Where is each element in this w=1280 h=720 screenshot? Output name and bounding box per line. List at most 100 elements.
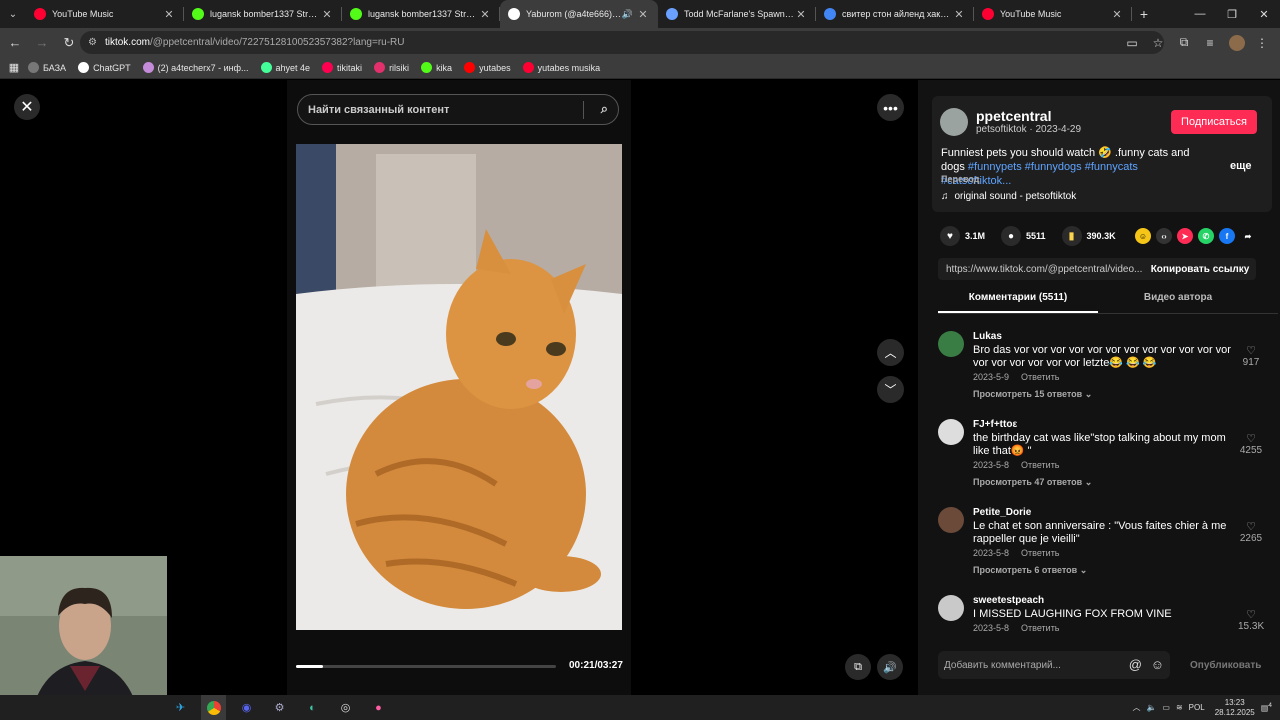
save-stat[interactable]: ▮ 390.3K xyxy=(1061,226,1116,246)
browser-tab[interactable]: lugansk bomber1337 Stream - K✕ xyxy=(342,0,500,28)
more-options-button[interactable]: ••• xyxy=(877,94,904,121)
reload-button[interactable]: ↻ xyxy=(57,31,81,55)
steam-icon[interactable]: ⚙ xyxy=(267,695,292,720)
browser-tab[interactable]: YouTube Music ✕ xyxy=(26,0,184,28)
tray-chevron-icon[interactable]: ︿ xyxy=(1132,702,1140,713)
close-video-button[interactable]: ✕ xyxy=(14,94,40,120)
related-search-input[interactable]: Найти связанный контент ⌕ xyxy=(297,94,619,125)
address-bar[interactable]: ⚙ tiktok.com/@ppetcentral/video/72275128… xyxy=(80,31,1164,54)
commenter-name[interactable]: sweetestpeach xyxy=(973,595,1044,606)
tab-close-icon[interactable]: ✕ xyxy=(794,8,808,21)
search-icon[interactable]: ⌕ xyxy=(601,101,608,117)
add-comment-input[interactable]: Добавить комментарий... @ ☺ xyxy=(938,651,1170,679)
extensions-icon[interactable]: ⧉ xyxy=(1172,31,1196,55)
translate-link[interactable]: Перевод xyxy=(941,174,979,184)
author-avatar[interactable] xyxy=(940,108,968,136)
reply-button[interactable]: Ответить xyxy=(1021,460,1059,470)
commenter-name[interactable]: Lukas xyxy=(973,331,1002,342)
bookmark-star-icon[interactable]: ☆ xyxy=(1146,31,1170,55)
edge-icon[interactable]: ◐ xyxy=(300,695,325,720)
tab-author-videos[interactable]: Видео автора xyxy=(1098,292,1258,313)
volume-tray-icon[interactable]: 🔈 xyxy=(1146,703,1156,712)
language-indicator[interactable]: POL xyxy=(1189,703,1205,712)
obs-icon[interactable]: ◎ xyxy=(333,695,358,720)
reply-button[interactable]: Ответить xyxy=(1021,548,1059,558)
tab-comments[interactable]: Комментарии (5511) xyxy=(938,292,1098,313)
discord-icon[interactable]: ◉ xyxy=(234,695,259,720)
bookmark-item[interactable]: (2) a4techerx7 - инф... xyxy=(142,62,249,73)
bookmark-item[interactable]: yutabes musika xyxy=(522,62,600,73)
chrome-icon[interactable] xyxy=(201,695,226,720)
next-video-button[interactable]: ﹀ xyxy=(877,376,904,403)
commenter-avatar[interactable] xyxy=(938,331,964,357)
cast-icon[interactable]: ▭ xyxy=(1120,31,1144,55)
comment-like[interactable]: ♡ 917 xyxy=(1238,344,1264,368)
view-replies-button[interactable]: Просмотреть 47 ответов ⌄ xyxy=(973,477,1092,488)
commenter-avatar[interactable] xyxy=(938,419,964,445)
tab-close-icon[interactable]: ✕ xyxy=(952,8,966,21)
tab-audio-icon[interactable]: 🔊 xyxy=(622,9,633,20)
site-info-icon[interactable]: ⚙ xyxy=(88,37,97,48)
back-button[interactable]: ← xyxy=(3,31,27,55)
follow-button[interactable]: Подписаться xyxy=(1171,110,1257,134)
mention-icon[interactable]: @ xyxy=(1129,657,1142,672)
profile-avatar[interactable] xyxy=(1224,31,1248,55)
bookmark-item[interactable]: БАЗА xyxy=(28,62,66,73)
tab-search-button[interactable]: ⌄ xyxy=(0,0,26,28)
emoji-icon[interactable]: ☺ xyxy=(1151,657,1164,672)
repost-icon[interactable]: ☺ xyxy=(1135,228,1151,244)
commenter-avatar[interactable] xyxy=(938,507,964,533)
apps-grid-icon[interactable]: ▦ xyxy=(0,61,28,74)
app-icon[interactable]: ● xyxy=(366,695,391,720)
copy-link-button[interactable]: Копировать ссылку xyxy=(1144,264,1256,275)
tab-close-icon[interactable]: ✕ xyxy=(636,8,650,21)
new-tab-button[interactable]: + xyxy=(1132,6,1156,22)
view-replies-button[interactable]: Просмотреть 6 ответов ⌄ xyxy=(973,565,1087,576)
author-username[interactable]: ppetcentral xyxy=(976,108,1051,124)
browser-tab[interactable]: свитер стон айленд хаки - По✕ xyxy=(816,0,974,28)
commenter-avatar[interactable] xyxy=(938,595,964,621)
browser-tab[interactable]: YouTube Music ✕ xyxy=(974,0,1132,28)
bookmark-item[interactable]: rilsiki xyxy=(374,62,409,73)
forward-button[interactable]: → xyxy=(30,31,54,55)
minimize-button[interactable]: — xyxy=(1184,0,1216,28)
share-arrow-icon[interactable]: ➦ xyxy=(1240,228,1256,244)
pip-button[interactable]: ⧉ xyxy=(845,654,871,680)
tab-close-icon[interactable]: ✕ xyxy=(320,8,334,21)
volume-button[interactable]: 🔊 xyxy=(877,654,903,680)
bookmark-item[interactable]: kika xyxy=(421,62,452,73)
embed-icon[interactable]: ‹› xyxy=(1156,228,1172,244)
whatsapp-icon[interactable]: ✆ xyxy=(1198,228,1214,244)
tab-close-icon[interactable]: ✕ xyxy=(162,8,176,21)
restore-button[interactable]: ❐ xyxy=(1216,0,1248,28)
share-url[interactable]: https://www.tiktok.com/@ppetcentral/vide… xyxy=(938,264,1144,275)
view-replies-button[interactable]: Просмотреть 15 ответов ⌄ xyxy=(973,389,1092,400)
publish-button[interactable]: Опубликовать xyxy=(1190,660,1261,671)
video-progress-bar[interactable] xyxy=(296,665,556,668)
reply-button[interactable]: Ответить xyxy=(1021,372,1059,382)
comment-stat[interactable]: ● 5511 xyxy=(1001,226,1046,246)
reply-button[interactable]: Ответить xyxy=(1021,623,1059,633)
notifications-icon[interactable]: ▤4 xyxy=(1261,702,1272,713)
clock[interactable]: 13:23 28.12.2025 xyxy=(1215,698,1255,718)
wifi-icon[interactable]: ≋ xyxy=(1176,703,1183,712)
tab-close-icon[interactable]: ✕ xyxy=(478,8,492,21)
comment-like[interactable]: ♡ 15.3K xyxy=(1238,608,1264,632)
like-stat[interactable]: ♥ 3.1M xyxy=(940,226,985,246)
browser-menu-icon[interactable]: ⋮ xyxy=(1250,31,1274,55)
facebook-icon[interactable]: f xyxy=(1219,228,1235,244)
media-control-icon[interactable]: ≡ xyxy=(1198,31,1222,55)
commenter-name[interactable]: Petite_Dorie xyxy=(973,507,1031,518)
bookmark-item[interactable]: yutabes xyxy=(464,62,511,73)
more-link[interactable]: еще xyxy=(1230,160,1252,172)
send-icon[interactable]: ➤ xyxy=(1177,228,1193,244)
previous-video-button[interactable]: ︿ xyxy=(877,339,904,366)
browser-tab[interactable]: Yaburom (@a4te666) | TikT🔊✕ xyxy=(500,0,658,28)
bookmark-item[interactable]: tikitaki xyxy=(322,62,362,73)
browser-tab[interactable]: lugansk bomber1337 Stream - K✕ xyxy=(184,0,342,28)
browser-tab[interactable]: Todd McFarlane's Spawn (1997)✕ xyxy=(658,0,816,28)
commenter-name[interactable]: FJ+f+ttoε xyxy=(973,419,1017,430)
network-icon[interactable]: ▭ xyxy=(1162,703,1170,712)
bookmark-item[interactable]: ahyet 4e xyxy=(260,62,310,73)
close-window-button[interactable]: ✕ xyxy=(1248,0,1280,28)
